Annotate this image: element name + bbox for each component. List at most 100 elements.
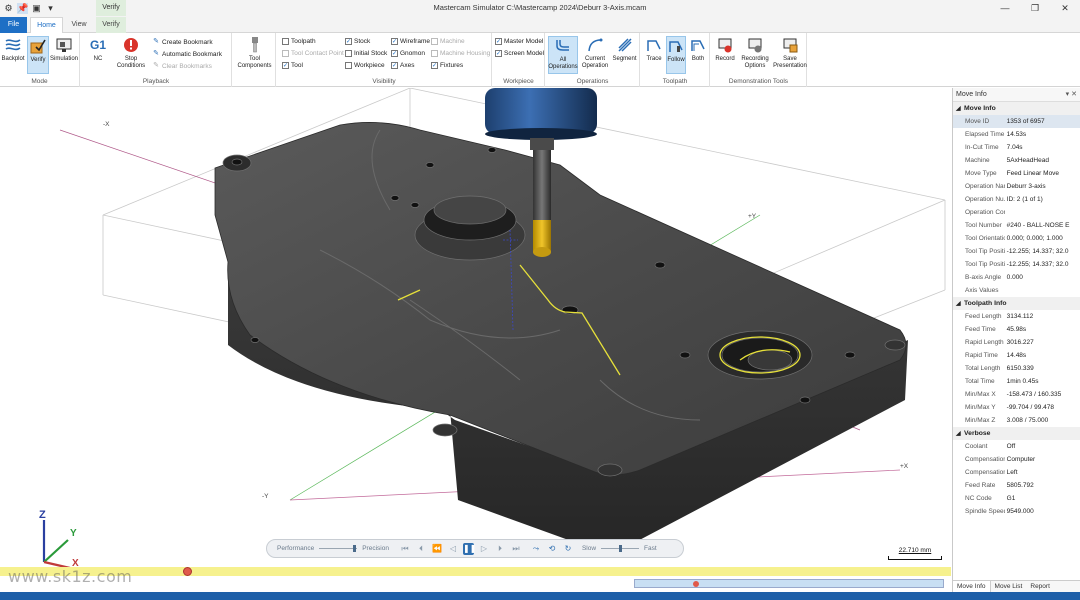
save-presentation-button[interactable]: Save Presentation: [773, 36, 807, 74]
property-row[interactable]: Machine 5AxHeadHead: [953, 154, 1080, 167]
play-icon[interactable]: ▷: [476, 544, 492, 553]
wireframe-checkbox[interactable]: ✓ Wireframe: [391, 38, 430, 45]
all-operations-button[interactable]: All Operations: [548, 36, 578, 74]
reset-icon[interactable]: ↻: [560, 544, 576, 553]
property-row[interactable]: Tool Number #240 - BALL-NOSE E: [953, 219, 1080, 232]
property-row[interactable]: Rapid Time 14.48s: [953, 349, 1080, 362]
go-to-start-icon[interactable]: ⏮: [397, 544, 413, 554]
operation-position-marker[interactable]: [693, 581, 699, 587]
property-row[interactable]: Coolant Off: [953, 440, 1080, 453]
property-row[interactable]: Total Length 6150.339: [953, 362, 1080, 375]
tab-view[interactable]: View: [66, 17, 92, 33]
segment-button[interactable]: Segment: [611, 36, 638, 74]
property-row[interactable]: Feed Rate 5805.792: [953, 479, 1080, 492]
timeline-bar[interactable]: [0, 567, 951, 576]
restore-button[interactable]: ❐: [1020, 0, 1050, 16]
pause-icon[interactable]: ❚❚: [462, 542, 476, 555]
create-bookmark-button[interactable]: ✎ Create Bookmark: [152, 38, 213, 46]
trace-button[interactable]: Trace: [643, 36, 665, 74]
property-row[interactable]: B-axis Angle 0.000: [953, 271, 1080, 284]
stock-checkbox[interactable]: ✓ Stock: [345, 38, 370, 45]
current-operation-button[interactable]: Current Operation: [580, 36, 610, 74]
toolpath-checkbox[interactable]: Toolpath: [282, 38, 316, 45]
property-row[interactable]: Tool Tip Positio...-12.255; 14.337; 32.0: [953, 245, 1080, 258]
screen-model-checkbox[interactable]: ✓ Screen Model: [495, 50, 544, 57]
backplot-button[interactable]: Backplot: [1, 36, 25, 74]
close-button[interactable]: ✕: [1050, 0, 1080, 16]
property-row[interactable]: Total Time 1min 0.45s: [953, 375, 1080, 388]
nc-button[interactable]: G1 NC: [86, 36, 110, 74]
rewind-icon[interactable]: ◁: [445, 544, 461, 553]
operation-timeline[interactable]: [634, 579, 944, 588]
tab-report[interactable]: Report: [1026, 581, 1054, 592]
property-row[interactable]: Move Type Feed Linear Move: [953, 167, 1080, 180]
machine-housing-checkbox[interactable]: Machine Housing: [431, 50, 490, 57]
stop-conditions-button[interactable]: Stop Conditions: [113, 36, 149, 74]
property-row[interactable]: Compensation...Left: [953, 466, 1080, 479]
group-label-operations: Operations: [576, 78, 609, 85]
property-row[interactable]: Operation Nu...ID: 2 (1 of 1): [953, 193, 1080, 206]
tab-move-info[interactable]: Move Info: [953, 581, 991, 592]
gnomon-checkbox[interactable]: ✓ Gnomon: [391, 50, 425, 57]
panel-section-header[interactable]: ◢ Toolpath Info: [953, 297, 1080, 310]
property-row[interactable]: Operation Com...: [953, 206, 1080, 219]
monitor-icon[interactable]: ▣: [31, 3, 42, 14]
property-row[interactable]: Min/Max Z 3.008 / 75.000: [953, 414, 1080, 427]
property-row[interactable]: Spindle Speed 9549.000: [953, 505, 1080, 518]
go-to-end-icon[interactable]: ⏭: [508, 544, 524, 554]
tool-step-icon[interactable]: ⤳: [528, 544, 544, 554]
quality-slider[interactable]: [319, 545, 358, 552]
property-row[interactable]: Elapsed Time 14.53s: [953, 128, 1080, 141]
gear-icon[interactable]: ⚙: [3, 3, 14, 14]
loop-icon[interactable]: ⟲: [544, 544, 560, 553]
property-row[interactable]: Min/Max X -158.473 / 160.335: [953, 388, 1080, 401]
tab-home[interactable]: Home: [30, 17, 63, 33]
timeline-position-marker[interactable]: [183, 567, 192, 576]
workpiece-checkbox[interactable]: Workpiece: [345, 62, 385, 69]
panel-section-header[interactable]: ◢ Verbose: [953, 427, 1080, 440]
property-row[interactable]: NC Code G1: [953, 492, 1080, 505]
speed-slider-knob[interactable]: [619, 545, 623, 552]
tab-verify[interactable]: Verify: [96, 17, 126, 33]
automatic-bookmark-button[interactable]: ✎ Automatic Bookmark: [152, 50, 222, 58]
recording-options-button[interactable]: Recording Options: [738, 36, 772, 74]
dropdown-icon[interactable]: ▾: [45, 3, 56, 14]
tab-move-list[interactable]: Move List: [991, 581, 1027, 592]
property-row[interactable]: Compensation...Computer: [953, 453, 1080, 466]
property-row[interactable]: Axis Values: [953, 284, 1080, 297]
both-button[interactable]: Both: [687, 36, 709, 74]
record-button[interactable]: Record: [713, 36, 737, 74]
tool-contact-point-checkbox[interactable]: Tool Contact Point: [282, 50, 344, 57]
step-back-icon[interactable]: ⏴: [413, 544, 429, 554]
follow-button[interactable]: Follow: [666, 36, 686, 74]
tool-checkbox[interactable]: ✓ Tool: [282, 62, 303, 69]
fixtures-checkbox[interactable]: ✓ Fixtures: [431, 62, 463, 69]
machine-checkbox[interactable]: Machine: [431, 38, 465, 45]
property-row[interactable]: Feed Length 3134.112: [953, 310, 1080, 323]
property-row[interactable]: Tool Orientation0.000; 0.000; 1.000: [953, 232, 1080, 245]
step-forward-icon[interactable]: ⏵: [492, 544, 508, 554]
property-row[interactable]: Tool Tip Positio...-12.255; 14.337; 32.0: [953, 258, 1080, 271]
tab-file[interactable]: File: [0, 17, 27, 33]
tool-components-button[interactable]: Tool Components: [235, 36, 274, 74]
property-row[interactable]: Feed Time 45.98s: [953, 323, 1080, 336]
property-row[interactable]: In-Cut Time 7.04s: [953, 141, 1080, 154]
slider-knob[interactable]: [353, 545, 357, 552]
property-row[interactable]: Rapid Length 3016.227: [953, 336, 1080, 349]
play-reverse-icon[interactable]: ⏪: [429, 544, 445, 553]
graphics-viewport[interactable]: -X +Y -Y +X Z Y X: [0, 88, 951, 592]
axes-checkbox[interactable]: ✓ Axes: [391, 62, 414, 69]
minimize-button[interactable]: —: [990, 0, 1020, 16]
panel-section-header[interactable]: ◢ Move Info: [953, 102, 1080, 115]
property-row[interactable]: Move ID 1353 of 6957: [953, 115, 1080, 128]
property-row[interactable]: Operation NameDeburr 3-axis: [953, 180, 1080, 193]
speed-slider[interactable]: [601, 545, 640, 552]
pin-icon[interactable]: 📌: [17, 2, 28, 14]
simulation-button[interactable]: Simulation: [50, 36, 78, 74]
panel-pin-icon[interactable]: ▾ ✕: [1066, 88, 1077, 102]
clear-bookmarks-button[interactable]: ✎ Clear Bookmarks: [152, 62, 212, 70]
initial-stock-checkbox[interactable]: Initial Stock: [345, 50, 387, 57]
verify-button[interactable]: Verify: [27, 36, 49, 74]
property-row[interactable]: Min/Max Y -99.704 / 99.478: [953, 401, 1080, 414]
master-model-checkbox[interactable]: ✓ Master Model: [495, 38, 543, 45]
